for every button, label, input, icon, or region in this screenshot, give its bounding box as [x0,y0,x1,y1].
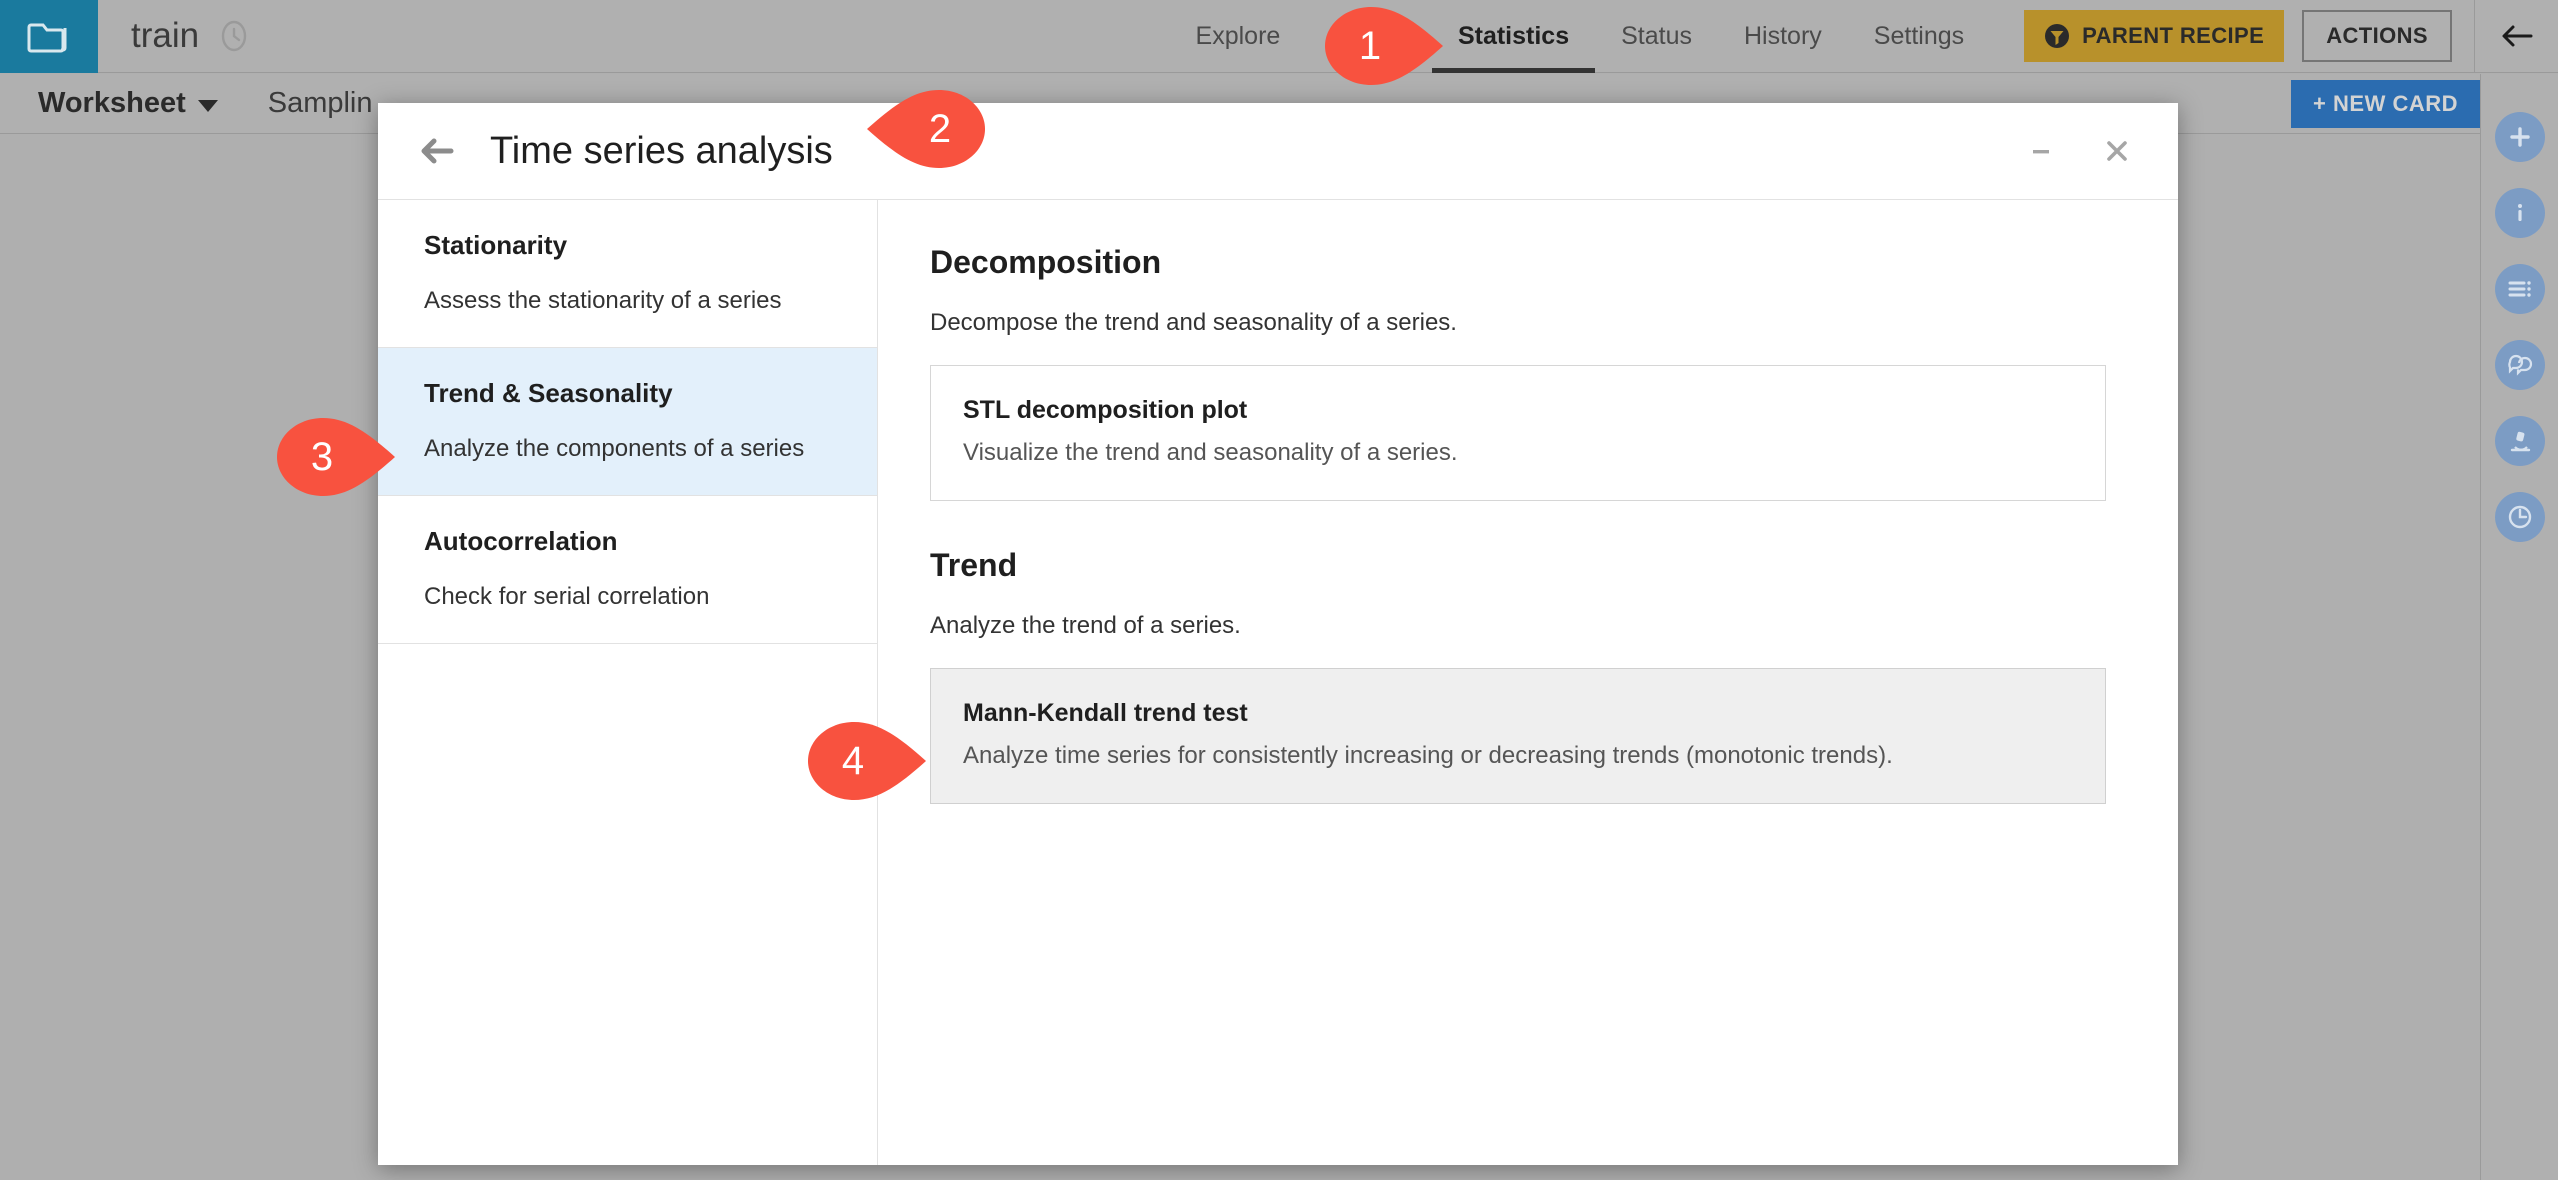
section-decomposition: Decomposition Decompose the trend and se… [930,244,2106,501]
arrow-left-icon[interactable] [2474,0,2558,73]
funnel-icon [2044,23,2070,49]
minimize-icon[interactable] [2026,136,2056,166]
sampling-dropdown[interactable]: Samplin [268,87,373,120]
worksheet-label: Worksheet [38,87,186,119]
modal-window-controls [2026,136,2132,166]
nav-item-charts[interactable]: Charts [1306,0,1432,73]
section-desc: Decompose the trend and seasonality of a… [930,309,1457,336]
modal-content: Decomposition Decompose the trend and se… [878,200,2178,1165]
modal-title: Time series analysis [490,129,833,172]
modal-sidebar: Stationarity Assess the stationarity of … [378,200,878,1165]
info-icon[interactable] [2494,188,2545,238]
modal-body: Stationarity Assess the stationarity of … [378,200,2178,1165]
details-list-icon[interactable] [2494,264,2545,314]
sidebar-item-trend-seasonality[interactable]: Trend & Seasonality Analyze the componen… [378,348,877,496]
option-card-title: STL decomposition plot [963,396,1248,424]
stl-decomposition-plot-card[interactable]: STL decomposition plot Visualize the tre… [930,365,2106,501]
nav-item-settings[interactable]: Settings [1848,0,1990,73]
nav-item-explore[interactable]: Explore [1170,0,1307,73]
chevron-down-icon [197,99,218,112]
nav-item-history[interactable]: History [1718,0,1848,73]
sidebar-item-desc: Check for serial correlation [424,583,710,610]
history-clock-icon[interactable] [2494,492,2545,542]
option-card-title: Mann-Kendall trend test [963,699,1248,727]
folder-icon[interactable] [0,0,98,73]
option-card-desc: Visualize the trend and seasonality of a… [963,439,1458,466]
actions-button[interactable]: ACTIONS [2302,10,2452,62]
close-icon[interactable] [2102,136,2132,166]
parent-recipe-label: PARENT RECIPE [2082,23,2265,48]
plus-icon[interactable] [2494,112,2545,162]
page-title: train [131,16,200,55]
right-rail [2480,74,2558,1180]
header-nav: Explore Charts Statistics Status History… [1170,0,2558,73]
top-header-bar: train Explore Charts Statistics Status H… [0,0,2558,73]
nav-item-status[interactable]: Status [1595,0,1718,73]
parent-recipe-button[interactable]: PARENT RECIPE [2024,10,2285,62]
section-title: Decomposition [930,244,1162,280]
section-desc: Analyze the trend of a series. [930,612,1241,639]
nav-item-statistics[interactable]: Statistics [1431,0,1596,73]
new-card-button[interactable]: + NEW CARD [2291,79,2480,128]
worksheet-dropdown[interactable]: Worksheet [38,87,218,120]
sidebar-item-autocorrelation[interactable]: Autocorrelation Check for serial correla… [378,496,877,644]
sidebar-item-label: Autocorrelation [424,526,618,556]
option-card-desc: Analyze time series for consistently inc… [963,742,1893,769]
clock-status-icon[interactable] [217,19,251,53]
arrow-left-icon[interactable] [412,127,460,175]
lab-microscope-icon[interactable] [2494,416,2545,466]
comments-icon[interactable] [2494,340,2545,390]
sidebar-item-label: Trend & Seasonality [424,378,673,408]
time-series-analysis-modal: Time series analysis Stationarity Assess… [378,103,2178,1165]
modal-header: Time series analysis [378,103,2178,200]
section-title: Trend [930,547,1018,583]
section-trend: Trend Analyze the trend of a series. Man… [930,547,2106,804]
sidebar-item-label: Stationarity [424,230,568,260]
mann-kendall-trend-test-card[interactable]: Mann-Kendall trend test Analyze time ser… [930,668,2106,804]
sidebar-item-desc: Assess the stationarity of a series [424,287,782,314]
sidebar-item-desc: Analyze the components of a series [424,435,805,462]
sidebar-item-stationarity[interactable]: Stationarity Assess the stationarity of … [378,200,877,348]
